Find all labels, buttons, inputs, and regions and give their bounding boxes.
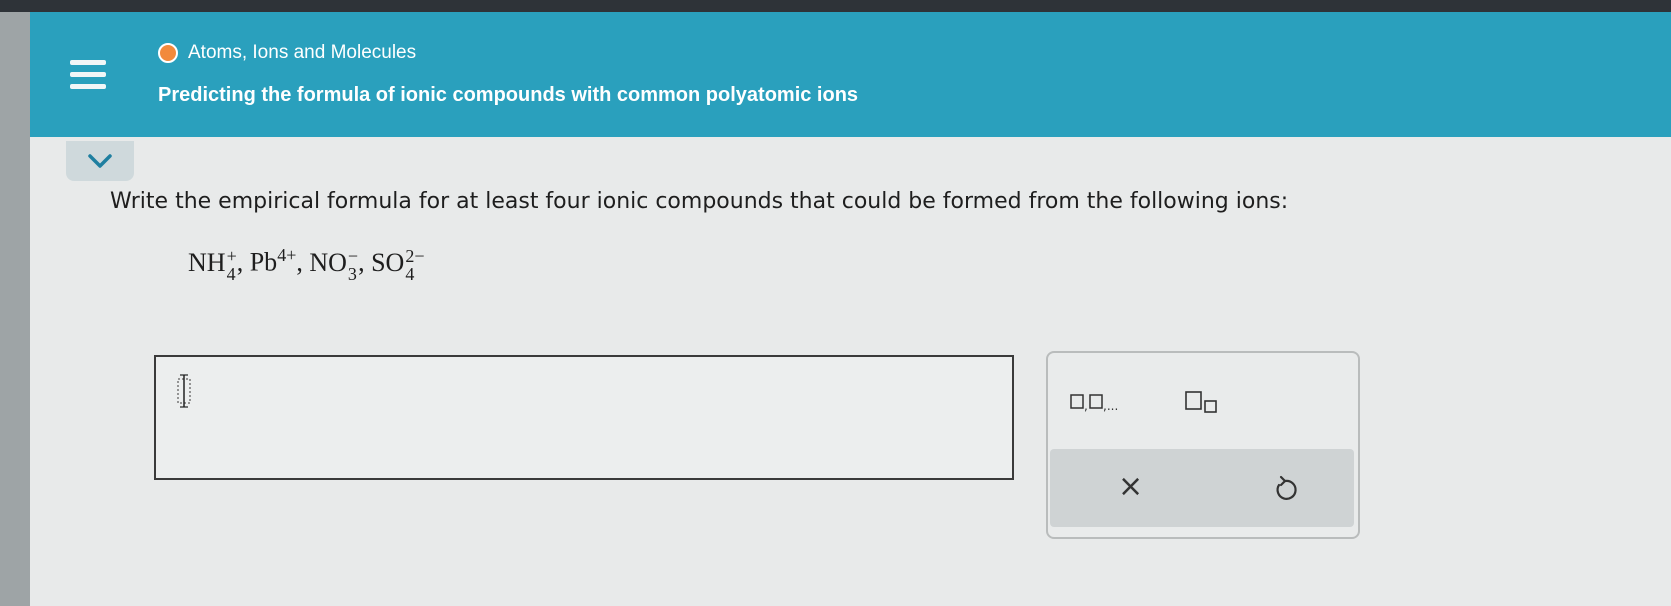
lesson-header: Atoms, Ions and Molecules Predicting the… bbox=[30, 12, 1671, 137]
chevron-down-icon bbox=[88, 154, 112, 168]
question-prompt: Write the empirical formula for at least… bbox=[110, 189, 1289, 214]
svg-text:,: , bbox=[1084, 399, 1088, 413]
comma-separated-boxes-icon: , ,... bbox=[1070, 394, 1118, 413]
topic-row: Atoms, Ions and Molecules bbox=[158, 42, 416, 64]
undo-button[interactable] bbox=[1272, 475, 1298, 507]
answer-input[interactable] bbox=[154, 355, 1014, 480]
undo-arrow-icon bbox=[1276, 475, 1297, 500]
topic-status-dot-icon bbox=[158, 43, 178, 63]
input-cursor-icon bbox=[177, 374, 191, 408]
lesson-title: Predicting the formula of ionic compound… bbox=[158, 84, 859, 106]
comma-separated-boxes-button[interactable]: , ,... bbox=[1070, 391, 1136, 417]
screen-bezel-top bbox=[0, 0, 1671, 12]
formula-toolbar: , ,... × bbox=[1046, 351, 1360, 539]
ion-lead: Pb4+ bbox=[249, 245, 297, 277]
screen-bezel-left bbox=[0, 12, 30, 606]
svg-text:,...: ,... bbox=[1103, 399, 1118, 413]
question-area: Write the empirical formula for at least… bbox=[30, 137, 1671, 606]
topic-label: Atoms, Ions and Molecules bbox=[188, 42, 417, 63]
subscript-template-button[interactable] bbox=[1184, 389, 1226, 419]
toolbar-action-row: × bbox=[1050, 449, 1354, 527]
ion-list: NH +4, Pb4+, NO −3, SO 2− 4 bbox=[188, 245, 425, 284]
hamburger-menu-icon[interactable] bbox=[70, 60, 106, 94]
ion-sulfate: SO 2− 4 bbox=[371, 245, 425, 284]
clear-button[interactable]: × bbox=[1118, 469, 1143, 504]
subscript-box-icon bbox=[1185, 391, 1217, 413]
collapse-button[interactable] bbox=[66, 141, 134, 181]
x-icon: × bbox=[1118, 469, 1144, 504]
ion-ammonium: NH +4 bbox=[188, 245, 237, 284]
ion-nitrate: NO −3 bbox=[309, 245, 359, 284]
